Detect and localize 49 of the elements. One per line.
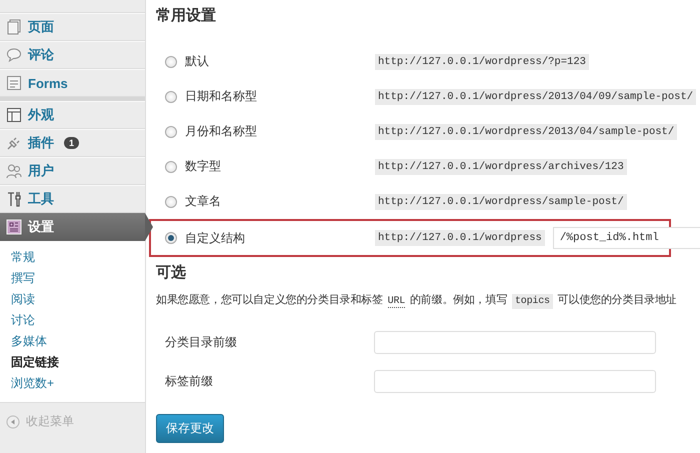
radio-button[interactable] [165, 56, 177, 68]
sidebar-item[interactable]: 插件 1 [0, 129, 145, 157]
url-example: http://127.0.0.1/wordpress/2013/04/sample-post/ [375, 124, 678, 140]
sidebar-item[interactable]: 外观 [0, 101, 145, 129]
form-icon [6, 75, 22, 91]
url-example: http://127.0.0.1/wordpress/archives/123 [375, 158, 627, 174]
users-icon [6, 163, 22, 179]
tools-icon [6, 191, 22, 207]
field-label: 分类目录前缀 [165, 334, 238, 351]
sidebar-item[interactable]: 用户 [0, 157, 145, 185]
url-example: http://127.0.0.1/wordpress/2013/04/09/sample-post/ [375, 88, 696, 104]
radio-button[interactable] [165, 126, 177, 138]
submenu-item[interactable]: 浏览数+ [0, 373, 145, 394]
field-label: 标签前缀 [165, 373, 214, 390]
option-label: 月份和名称型 [185, 123, 258, 140]
comment-bubble-icon [6, 47, 22, 63]
sidebar-item[interactable]: 页面 [0, 13, 145, 41]
option-label: 数字型 [185, 158, 222, 175]
url-example: http://127.0.0.1/wordpress [375, 230, 545, 246]
input-field[interactable] [374, 331, 656, 354]
submenu-item[interactable]: 阅读 [0, 289, 145, 310]
url-example: http://127.0.0.1/wordpress/sample-post/ [375, 194, 627, 210]
radio-button[interactable] [165, 90, 177, 102]
input-field[interactable]: /%post_id%.html [552, 227, 700, 249]
submenu-item[interactable]: 固定链接 [0, 352, 145, 373]
section-heading: 常用设置 [156, 6, 217, 26]
submenu-item[interactable]: 多媒体 [0, 331, 145, 352]
submenu-item[interactable]: 常规 [0, 247, 145, 268]
submenu-item[interactable]: 撰写 [0, 268, 145, 289]
description-text: 如果您愿意，您可以自定义您的分类目录和标签 URL 的前缀。例如，填写 topics 可以使您的分类目录地址 [156, 292, 678, 311]
submenu-item[interactable]: 讨论 [0, 310, 145, 331]
radio-button[interactable] [165, 160, 177, 172]
section-heading: 可选 [156, 263, 187, 283]
radio-button[interactable] [165, 232, 177, 244]
option-label: 文章名 [185, 193, 222, 210]
option-label: 默认 [185, 53, 210, 70]
url-example: http://127.0.0.1/wordpress/?p=123 [375, 54, 589, 70]
option-label: 自定义结构 [185, 230, 246, 246]
settings-icon [6, 219, 22, 235]
input-field[interactable] [374, 370, 656, 393]
option-label: 日期和名称型 [185, 88, 258, 105]
layout-icon [6, 107, 22, 123]
sidebar-item[interactable]: 评论 [0, 41, 145, 69]
count-badge: 1 [64, 137, 80, 149]
pages-icon [6, 19, 22, 35]
radio-button[interactable] [165, 196, 177, 208]
sidebar-item[interactable]: 设置 [0, 213, 145, 241]
save-button[interactable]: 保存更改 [156, 414, 224, 443]
plug-icon [6, 135, 22, 151]
